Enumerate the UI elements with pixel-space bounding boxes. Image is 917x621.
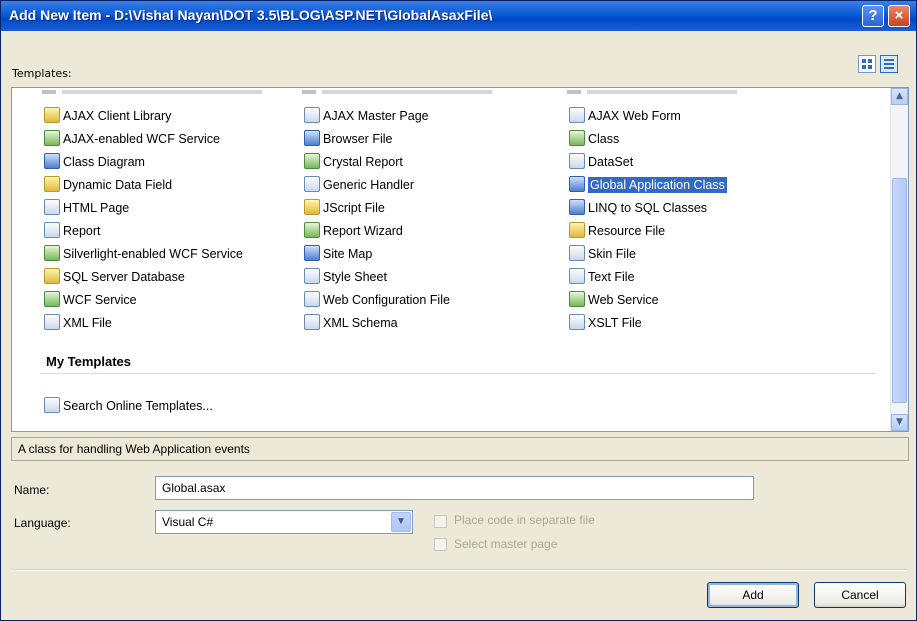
- search-online-templates[interactable]: Search Online Templates...: [44, 396, 213, 416]
- chevron-down-icon[interactable]: ▼: [391, 512, 411, 532]
- scroll-up-button[interactable]: ▲: [891, 88, 908, 105]
- template-skin-file[interactable]: Skin File: [569, 244, 636, 264]
- text-file-icon: [569, 268, 585, 284]
- template-web-service[interactable]: Web Service: [569, 290, 659, 310]
- xslt-file-icon: [569, 314, 585, 330]
- generic-handler-icon: [304, 176, 320, 192]
- report-wizard-icon: [304, 222, 320, 238]
- jscript-file-icon: [304, 199, 320, 215]
- templates-label: Templates:: [12, 67, 72, 80]
- add-new-item-dialog: Add New Item - D:\Vishal Nayan\DOT 3.5\B…: [0, 0, 917, 621]
- template-site-map[interactable]: Site Map: [304, 244, 372, 264]
- template-class[interactable]: Class: [569, 129, 619, 149]
- scroll-down-button[interactable]: ▼: [891, 414, 908, 431]
- window-title: Add New Item - D:\Vishal Nayan\DOT 3.5\B…: [9, 7, 493, 23]
- xml-schema-icon: [304, 314, 320, 330]
- vertical-scrollbar[interactable]: ▲ ▼: [890, 88, 908, 431]
- template-web-configuration-file[interactable]: Web Configuration File: [304, 290, 450, 310]
- section-divider: [40, 373, 876, 374]
- browser-file-icon: [304, 130, 320, 146]
- ajax-library-icon: [44, 107, 60, 123]
- template-sql-server-database[interactable]: SQL Server Database: [44, 267, 185, 287]
- template-generic-handler[interactable]: Generic Handler: [304, 175, 414, 195]
- template-ajax-web-form[interactable]: AJAX Web Form: [569, 106, 681, 126]
- large-icons-icon: [862, 59, 866, 63]
- crystal-report-icon: [304, 153, 320, 169]
- template-description: A class for handling Web Application eve…: [11, 437, 909, 461]
- cancel-button[interactable]: Cancel: [814, 582, 906, 608]
- linq-icon: [569, 199, 585, 215]
- clipped-row-col2: [302, 88, 492, 94]
- wcf-service-icon: [44, 291, 60, 307]
- template-silverlight-wcf-service[interactable]: Silverlight-enabled WCF Service: [44, 244, 243, 264]
- template-dataset[interactable]: DataSet: [569, 152, 633, 172]
- close-button[interactable]: ×: [888, 5, 910, 27]
- list-view-icon: [884, 59, 894, 61]
- master-page-icon: [304, 107, 320, 123]
- template-ajax-client-library[interactable]: AJAX Client Library: [44, 106, 171, 126]
- web-form-icon: [569, 107, 585, 123]
- template-style-sheet[interactable]: Style Sheet: [304, 267, 387, 287]
- template-ajax-master-page[interactable]: AJAX Master Page: [304, 106, 429, 126]
- template-linq-to-sql-classes[interactable]: LINQ to SQL Classes: [569, 198, 707, 218]
- template-xml-file[interactable]: XML File: [44, 313, 112, 333]
- add-button[interactable]: Add: [707, 582, 799, 608]
- style-sheet-icon: [304, 268, 320, 284]
- database-icon: [44, 268, 60, 284]
- template-report-wizard[interactable]: Report Wizard: [304, 221, 403, 241]
- select-master-page-label: Select master page: [454, 537, 558, 551]
- scroll-thumb[interactable]: [892, 178, 907, 403]
- template-xml-schema[interactable]: XML Schema: [304, 313, 398, 333]
- title-bar[interactable]: Add New Item - D:\Vishal Nayan\DOT 3.5\B…: [1, 1, 916, 31]
- small-icons-view-button[interactable]: [880, 55, 898, 73]
- language-label: Language:: [14, 516, 71, 530]
- template-dynamic-data-field[interactable]: Dynamic Data Field: [44, 175, 172, 195]
- wcf-service-icon: [44, 130, 60, 146]
- web-service-icon: [569, 291, 585, 307]
- name-input[interactable]: Global.asax: [155, 476, 754, 500]
- select-master-page-checkbox[interactable]: [434, 538, 447, 551]
- dynamic-data-icon: [44, 176, 60, 192]
- template-wcf-service[interactable]: WCF Service: [44, 290, 137, 310]
- class-icon: [569, 130, 585, 146]
- resource-file-icon: [569, 222, 585, 238]
- place-code-checkbox[interactable]: [434, 515, 447, 528]
- class-diagram-icon: [44, 153, 60, 169]
- large-icons-view-button[interactable]: [858, 55, 876, 73]
- wcf-service-icon: [44, 245, 60, 261]
- template-crystal-report[interactable]: Crystal Report: [304, 152, 403, 172]
- button-divider: [11, 569, 906, 571]
- template-global-application-class[interactable]: Global Application Class: [569, 175, 727, 195]
- report-icon: [44, 222, 60, 238]
- site-map-icon: [304, 245, 320, 261]
- search-online-icon: [44, 397, 60, 413]
- dataset-icon: [569, 153, 585, 169]
- template-text-file[interactable]: Text File: [569, 267, 635, 287]
- global-app-icon: [569, 176, 585, 192]
- xml-file-icon: [44, 314, 60, 330]
- web-config-icon: [304, 291, 320, 307]
- template-jscript-file[interactable]: JScript File: [304, 198, 385, 218]
- place-code-label: Place code in separate file: [454, 513, 595, 527]
- template-browser-file[interactable]: Browser File: [304, 129, 392, 149]
- language-select[interactable]: Visual C# ▼: [155, 510, 413, 534]
- my-templates-heading: My Templates: [46, 354, 132, 369]
- clipped-row-col1: [42, 88, 262, 94]
- template-html-page[interactable]: HTML Page: [44, 198, 129, 218]
- template-resource-file[interactable]: Resource File: [569, 221, 665, 241]
- template-report[interactable]: Report: [44, 221, 101, 241]
- name-label: Name:: [14, 483, 50, 497]
- language-value: Visual C#: [162, 515, 214, 529]
- html-page-icon: [44, 199, 60, 215]
- help-button[interactable]: ?: [862, 5, 884, 27]
- template-ajax-wcf-service[interactable]: AJAX-enabled WCF Service: [44, 129, 220, 149]
- template-xslt-file[interactable]: XSLT File: [569, 313, 642, 333]
- template-class-diagram[interactable]: Class Diagram: [44, 152, 145, 172]
- templates-list[interactable]: AJAX Client Library AJAX-enabled WCF Ser…: [11, 87, 909, 432]
- skin-file-icon: [569, 245, 585, 261]
- clipped-row-col3: [567, 88, 737, 94]
